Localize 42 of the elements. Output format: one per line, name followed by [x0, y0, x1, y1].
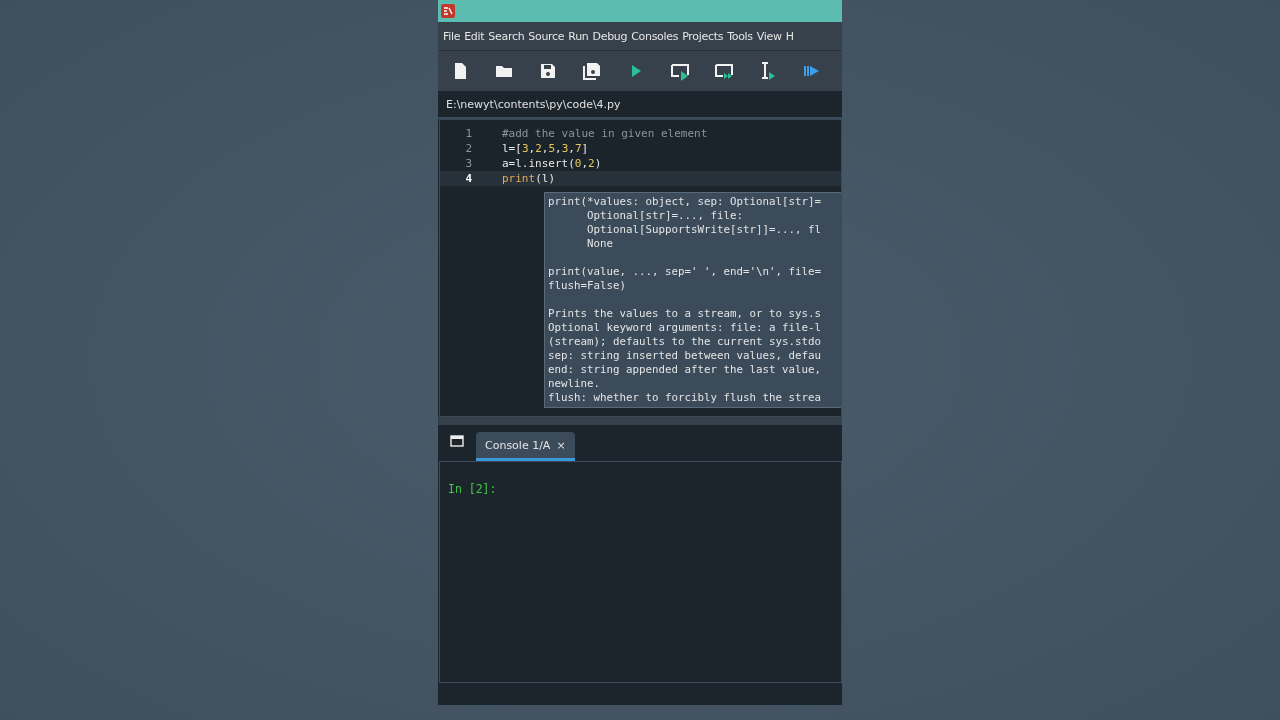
file-path: E:\newyt\contents\py\code\4.py	[446, 97, 621, 111]
calltip-text: flush: whether to forcibly flush the strea	[548, 391, 822, 405]
close-icon[interactable]: ×	[556, 439, 566, 452]
calltip-text: flush=False)	[548, 279, 627, 293]
console-prompt: In [2]:	[448, 482, 497, 496]
calltip-text: (stream); defaults to the current sys.stdo	[548, 335, 822, 349]
window-icon[interactable]	[450, 435, 464, 447]
calltip-text: newline.	[548, 377, 601, 391]
save-all-icon[interactable]	[582, 61, 602, 81]
run-cell-advance-icon[interactable]	[714, 61, 734, 81]
calltip-text: sep: string inserted between values, defau	[548, 349, 822, 363]
calltip-text: Optional keyword arguments: file: a file-l	[548, 321, 822, 335]
line-number: 2	[464, 142, 473, 155]
console-tab[interactable]: Console 1/A ×	[476, 432, 575, 461]
menu-item[interactable]: Consoles	[631, 29, 679, 43]
calltip-text: print(*values: object, sep: Optional[str]=	[548, 195, 822, 209]
calltip-text: Prints the values to a stream, or to sys.s	[548, 307, 822, 321]
app-logo-icon	[441, 4, 455, 18]
calltip-text: Optional[str]=..., file:	[586, 209, 744, 223]
code-line: print(l)	[502, 172, 555, 185]
calltip-text: None	[586, 237, 614, 251]
calltip-text: print(value, ..., sep=' ', end='\n', file=	[548, 265, 822, 279]
menu-item[interactable]: Projects	[682, 29, 724, 43]
line-number: 4	[464, 172, 473, 185]
code-line: l=[3,2,5,3,7]	[502, 142, 589, 155]
menu-item[interactable]: Source	[528, 29, 565, 43]
run-cell-icon[interactable]	[670, 61, 690, 81]
line-number: 1	[464, 127, 473, 140]
menu-item[interactable]: Search	[488, 29, 525, 43]
line-number: 3	[464, 157, 473, 170]
save-icon[interactable]	[538, 61, 558, 81]
menu-item[interactable]: Debug	[592, 29, 628, 43]
menu-item[interactable]: File	[443, 29, 461, 43]
code-line: a=l.insert(0,2)	[502, 157, 602, 170]
menu-item[interactable]: View	[756, 29, 782, 43]
menu-item[interactable]: Run	[568, 29, 589, 43]
code-line: #add the value in given element	[502, 127, 708, 140]
calltip-text: Optional[SupportsWrite[str]]=..., fl	[586, 223, 822, 237]
calltip-text: end: string appended after the last value,	[548, 363, 822, 377]
menu-item[interactable]: Tools	[727, 29, 753, 43]
menu-item[interactable]: Edit	[464, 29, 485, 43]
menu-item[interactable]: H	[785, 29, 794, 43]
